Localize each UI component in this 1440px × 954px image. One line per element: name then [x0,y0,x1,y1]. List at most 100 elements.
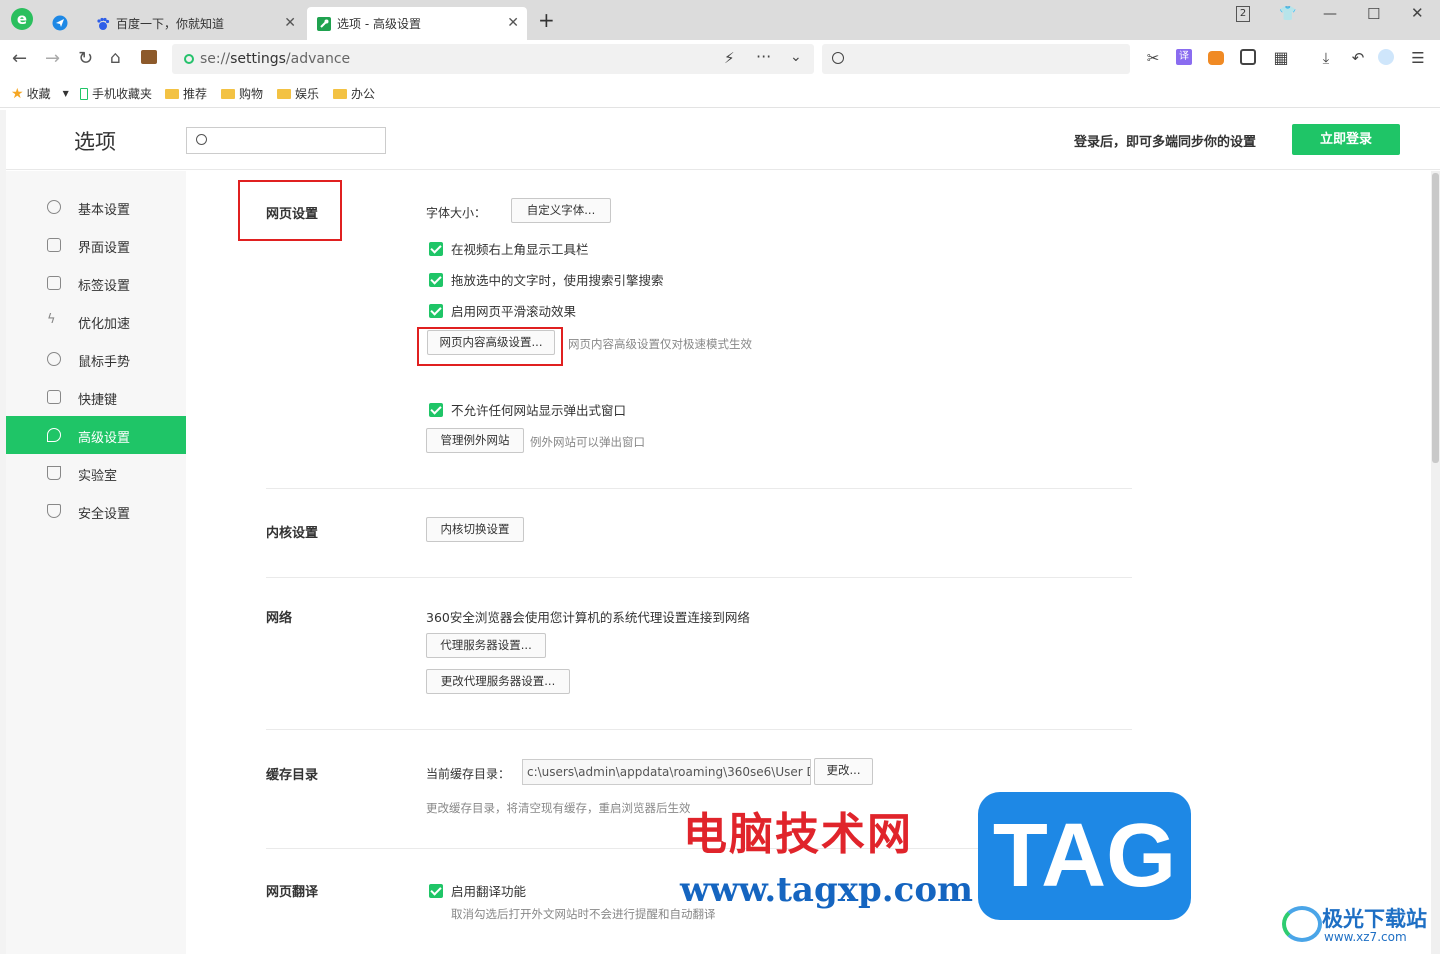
checkbox-video-toolbar[interactable]: 在视频右上角显示工具栏 [429,239,589,258]
close-window-button[interactable]: ✕ [1411,4,1424,22]
folder-icon [333,88,347,99]
back-icon[interactable]: ← [12,48,27,69]
translate-hint: 取消勾选后打开外文网站时不会进行提醒和自动翻译 [451,907,716,921]
bookmark-mobile[interactable]: 手机收藏夹 [80,85,152,102]
apps-grid-icon[interactable]: ▦ [1272,49,1290,67]
close-tab-icon[interactable]: ✕ [507,15,519,31]
sidebar-item-advanced[interactable]: 高级设置 [6,416,186,454]
menu-icon[interactable]: ☰ [1409,49,1427,67]
browser-logo-icon[interactable]: e [10,7,34,31]
forward-icon[interactable]: → [45,48,60,69]
font-size-label: 字体大小： [426,206,487,220]
checkbox-enable-translate[interactable]: 启用翻译功能 [429,881,526,900]
sidebar-item-lab[interactable]: 实验室 [6,454,186,492]
sidebar-item-interface[interactable]: 界面设置 [6,226,186,264]
watermark-brand-url: www.xz7.com [1324,930,1407,944]
navigation-toolbar: ← → ↻ ⌂ se://settings/advance ⚡ ··· ⌄ ✂ … [0,40,1440,78]
checkbox-drag-search[interactable]: 拖放选中的文字时，使用搜索引擎搜索 [429,270,664,289]
watermark-cn: 电脑技术网 [683,809,913,860]
folder-icon [277,88,291,99]
tab-settings[interactable]: 选项 - 高级设置 ✕ [307,7,527,40]
change-cache-button[interactable]: 更改... [814,758,873,785]
bookmark-folder[interactable]: 娱乐 [277,85,319,102]
settings-search-input[interactable] [186,127,386,154]
window-icon [47,238,61,252]
tab-count-badge[interactable]: 2 [1236,6,1250,22]
watermark-url: www.tagxp.com [680,870,973,910]
maximize-button[interactable]: ☐ [1367,5,1380,23]
briefcase-icon[interactable] [141,50,157,64]
folder-icon [221,88,235,99]
more-icon[interactable]: ··· [756,47,771,66]
watermark-tag: TAG [978,792,1191,920]
shield-icon [47,504,61,518]
tab-title: 百度一下，你就知道 [116,17,225,31]
manage-exceptions-button[interactable]: 管理例外网站 [426,428,524,453]
skin-icon[interactable]: 👕 [1279,6,1296,22]
sidebar-item-basic[interactable]: 基本设置 [6,188,186,226]
download-icon[interactable]: ⤓ [1317,49,1335,67]
tab-baidu[interactable]: 百度一下，你就知道 ✕ [86,7,304,40]
checkbox-checked-icon [429,402,443,417]
gear-icon [47,200,61,214]
lightning-icon[interactable]: ⚡ [724,49,735,67]
sidebar-item-mouse[interactable]: 鼠标手势 [6,340,186,378]
sidebar-item-security[interactable]: 安全设置 [6,492,186,530]
secure-icon [184,54,194,64]
favorites-button[interactable]: ★ 收藏 ▼ [11,85,69,102]
svg-text:e: e [17,10,27,28]
dropdown-arrow-icon: ▼ [62,89,69,98]
search-box[interactable] [822,44,1130,74]
scissors-icon[interactable]: ✂ [1144,49,1162,67]
cache-path-input[interactable]: c:\users\admin\appdata\roaming\360se6\Us… [522,759,811,785]
scrollbar[interactable] [1431,171,1440,954]
profile-icon[interactable] [1378,49,1394,65]
proxy-settings-button[interactable]: 代理服务器设置... [426,633,546,658]
minimize-button[interactable]: — [1323,6,1337,22]
translate-icon[interactable]: 译 [1176,49,1192,65]
address-text: se://settings/advance [200,51,351,67]
settings-sidebar: 基本设置 界面设置 标签设置 ϟ 优化加速 鼠标手势 快捷键 高级设置 实验室 安… [6,171,186,954]
wrench-tab-icon [317,16,331,31]
bookmarks-bar: ★ 收藏 ▼ 手机收藏夹 推荐 购物 娱乐 办公 [0,78,1440,108]
folder-icon [165,88,179,99]
address-bar[interactable]: se://settings/advance ⚡ ··· ⌄ [172,44,814,74]
sidebar-item-shortcuts[interactable]: 快捷键 [6,378,186,416]
network-description: 360安全浏览器会使用您计算机的系统代理设置连接到网络 [426,610,750,625]
advanced-content-hint: 网页内容高级设置仅对极速模式生效 [568,337,752,351]
chevron-down-icon[interactable]: ⌄ [790,49,802,65]
refresh-icon[interactable]: ↻ [78,48,93,69]
checkbox-block-popups[interactable]: 不允许任何网站显示弹出式窗口 [429,400,626,419]
phone-icon [80,87,88,100]
section-title-kernel: 内核设置 [266,526,319,541]
close-tab-icon[interactable]: ✕ [284,15,296,31]
kernel-switch-button[interactable]: 内核切换设置 [426,517,524,542]
checkbox-smooth-scroll[interactable]: 启用网页平滑滚动效果 [429,301,576,320]
settings-header: 选项 登录后，即可多端同步你的设置 立即登录 [6,110,1440,170]
login-hint: 登录后，即可多端同步你的设置 [1074,135,1257,150]
reader-icon[interactable] [1240,49,1256,65]
home-icon[interactable]: ⌂ [110,48,121,68]
section-title-translate: 网页翻译 [266,885,319,900]
send-icon[interactable] [52,15,68,31]
new-tab-button[interactable]: + [538,8,555,32]
divider [266,488,1132,489]
sidebar-item-tabs[interactable]: 标签设置 [6,264,186,302]
divider [266,729,1132,730]
advanced-content-button[interactable]: 网页内容高级设置... [427,330,555,355]
bookmark-folder[interactable]: 推荐 [165,85,207,102]
aurora-logo-icon [1282,906,1322,942]
checkbox-checked-icon [429,241,443,256]
bookmark-folder[interactable]: 购物 [221,85,263,102]
checkbox-checked-icon [429,303,443,318]
watermark-brand: 极光下载站 [1322,907,1427,931]
custom-font-button[interactable]: 自定义字体... [511,198,611,223]
undo-icon[interactable]: ↶ [1349,49,1367,67]
game-icon[interactable] [1208,51,1224,65]
bookmark-folder[interactable]: 办公 [333,85,375,102]
login-button[interactable]: 立即登录 [1292,124,1400,155]
change-proxy-button[interactable]: 更改代理服务器设置... [426,669,570,694]
sidebar-item-optimize[interactable]: ϟ 优化加速 [6,302,186,340]
scrollbar-thumb[interactable] [1432,173,1439,463]
tab-icon [47,276,61,290]
